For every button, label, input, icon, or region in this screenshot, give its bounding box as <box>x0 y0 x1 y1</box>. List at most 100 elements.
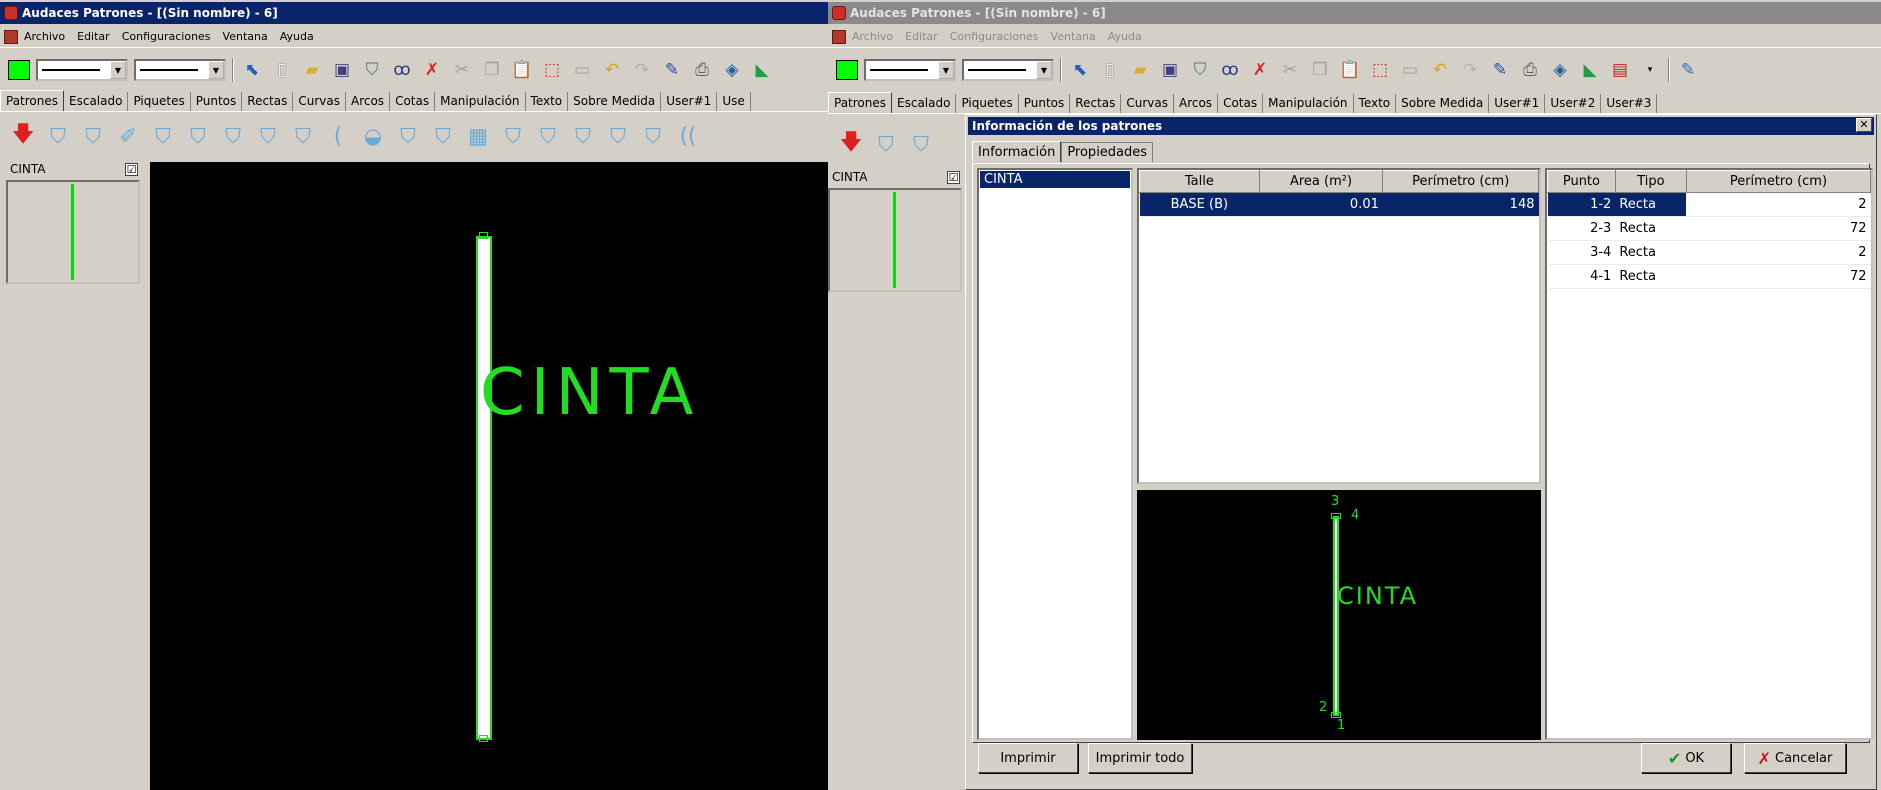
menu-ventana[interactable]: Ventana <box>223 30 268 43</box>
page-icon[interactable]: ▭ <box>1398 58 1422 82</box>
delete-icon[interactable]: ✗ <box>1248 58 1272 82</box>
fill-icon[interactable]: ◈ <box>720 58 744 82</box>
cut-icon[interactable]: ✂ <box>450 58 474 82</box>
tab-rectas[interactable]: Rectas <box>1070 94 1122 113</box>
fill-icon[interactable]: ◈ <box>1548 58 1572 82</box>
dropdown-arrow-icon[interactable]: ▾ <box>1638 58 1662 82</box>
new-file-icon[interactable]: ▯ <box>270 58 294 82</box>
column-header-perimetro[interactable]: Perímetro (cm) <box>1685 170 1871 193</box>
chevron-down-icon[interactable]: ▼ <box>208 61 224 79</box>
type-cell[interactable]: Recta <box>1615 216 1687 241</box>
piece-corner-node[interactable] <box>479 735 488 742</box>
save-icon[interactable]: ▣ <box>1158 58 1182 82</box>
line-width-select[interactable]: ▼ <box>134 59 226 81</box>
help-icon[interactable]: ✎ <box>1676 58 1700 82</box>
new-file-icon[interactable]: ▯ <box>1098 58 1122 82</box>
close-icon[interactable]: ✕ <box>1856 118 1872 132</box>
point-cell[interactable]: 4-1 <box>1547 264 1616 289</box>
menu-editar[interactable]: Editar <box>77 30 110 43</box>
binoculars-icon[interactable]: ꝏ <box>390 58 414 82</box>
export-icon[interactable]: ▤ <box>1608 58 1632 82</box>
line-style-select[interactable]: ▼ <box>864 59 956 81</box>
copy-icon[interactable]: ❐ <box>1308 58 1332 82</box>
save-icon[interactable]: ▣ <box>330 58 354 82</box>
pattern-curves-icon[interactable]: (( <box>675 123 701 149</box>
shirt-icon[interactable]: ⛉ <box>1188 58 1212 82</box>
copy-icon[interactable]: ❐ <box>480 58 504 82</box>
tab-puntos[interactable]: Puntos <box>191 92 243 111</box>
piece-corner-node[interactable] <box>479 232 488 239</box>
pointer-icon[interactable]: ⬉ <box>1068 58 1092 82</box>
print-button[interactable]: Imprimir <box>978 743 1078 773</box>
list-item[interactable]: CINTA <box>980 171 1130 188</box>
table-row[interactable]: 1-2 Recta 2 <box>1547 192 1871 217</box>
arrow-down-icon[interactable]: 🡇 <box>10 122 36 149</box>
page-icon[interactable]: ▭ <box>570 58 594 82</box>
arrow-down-icon[interactable]: 🡇 <box>838 130 864 157</box>
table-row[interactable]: 3-4 Recta 2 <box>1547 240 1871 265</box>
pattern-list[interactable]: CINTA <box>977 168 1133 740</box>
piece-header[interactable]: CINTA ☑ <box>6 160 142 178</box>
perimeter-cell[interactable]: 2 <box>1686 240 1871 265</box>
chevron-down-icon[interactable]: ▼ <box>938 61 954 79</box>
column-header-talle[interactable]: Talle <box>1139 170 1260 193</box>
edit-icon[interactable]: ✎ <box>1488 58 1512 82</box>
table-row[interactable]: 2-3 Recta 72 <box>1547 216 1871 241</box>
chevron-down-icon[interactable]: ▼ <box>110 61 126 79</box>
delete-icon[interactable]: ✗ <box>420 58 444 82</box>
type-cell[interactable]: Recta <box>1615 240 1687 265</box>
shirt-icon[interactable]: ⛉ <box>360 58 384 82</box>
perimeter-cell[interactable]: 72 <box>1686 264 1871 289</box>
print-icon[interactable]: ⎙ <box>1518 58 1542 82</box>
open-folder-icon[interactable]: ▰ <box>300 58 324 82</box>
perimeter-cell[interactable]: 148 <box>1382 192 1539 217</box>
tab-curvas[interactable]: Curvas <box>1121 94 1174 113</box>
pattern-split-icon[interactable]: ⛉ <box>220 123 246 149</box>
pattern-remove-icon[interactable]: ⛉ <box>570 123 596 149</box>
pattern-shirt-mark-icon[interactable]: ⛉ <box>80 123 106 149</box>
pattern-round-icon[interactable]: ◒ <box>360 123 386 149</box>
menu-configuraciones[interactable]: Configuraciones <box>950 30 1039 43</box>
pointer-icon[interactable]: ⬉ <box>240 58 264 82</box>
pattern-info-icon[interactable]: ⛉ <box>605 123 631 149</box>
title-bar-inactive[interactable]: Audaces Patrones - [(Sin nombre) - 6] <box>828 2 1881 24</box>
undo-icon[interactable]: ↶ <box>1428 58 1452 82</box>
menu-editar[interactable]: Editar <box>905 30 938 43</box>
drawing-canvas[interactable]: CINTA <box>150 162 828 790</box>
undo-icon[interactable]: ↶ <box>600 58 624 82</box>
column-header-tipo[interactable]: Tipo <box>1614 170 1687 193</box>
dialog-title-bar[interactable]: Información de los patrones ✕ <box>968 117 1874 135</box>
tab-user2-partial[interactable]: Use <box>717 92 751 111</box>
binoculars-icon[interactable]: ꝏ <box>1218 58 1242 82</box>
line-width-select[interactable]: ▼ <box>962 59 1054 81</box>
document-menu-icon[interactable] <box>832 29 846 44</box>
table-row[interactable]: 4-1 Recta 72 <box>1547 264 1871 289</box>
tab-informacion[interactable]: Información <box>972 141 1062 162</box>
pattern-shirt-icon[interactable]: ⛉ <box>395 123 421 149</box>
pattern-rotate-icon[interactable]: ⛉ <box>500 123 526 149</box>
tab-piquetes[interactable]: Piquetes <box>128 92 191 111</box>
pattern-fold-icon[interactable]: ⛉ <box>430 123 456 149</box>
segments-table[interactable]: Punto Tipo Perímetro (cm) 1-2 Recta 2 2-… <box>1545 168 1873 740</box>
pattern-piece[interactable] <box>476 236 492 740</box>
type-cell[interactable]: Recta <box>1615 192 1687 217</box>
menu-archivo[interactable]: Archivo <box>852 30 893 43</box>
column-header-perimetro[interactable]: Perímetro (cm) <box>1382 170 1539 193</box>
redo-icon[interactable]: ↷ <box>630 58 654 82</box>
pattern-join-icon[interactable]: ⛉ <box>290 123 316 149</box>
tab-texto[interactable]: Texto <box>526 92 569 111</box>
title-bar[interactable]: Audaces Patrones - [(Sin nombre) - 6] <box>0 2 828 24</box>
column-header-punto[interactable]: Punto <box>1547 170 1616 193</box>
color-swatch[interactable] <box>8 60 30 80</box>
menu-configuraciones[interactable]: Configuraciones <box>122 30 211 43</box>
tab-escalado[interactable]: Escalado <box>64 92 129 111</box>
tab-puntos[interactable]: Puntos <box>1019 94 1071 113</box>
perimeter-cell[interactable]: 2 <box>1686 192 1871 217</box>
document-menu-icon[interactable] <box>4 29 18 44</box>
pattern-curve-icon[interactable]: ( <box>325 123 351 149</box>
tab-texto[interactable]: Texto <box>1354 94 1397 113</box>
tab-patrones[interactable]: Patrones <box>0 90 65 111</box>
pattern-shirt-icon[interactable]: ⛉ <box>873 131 899 157</box>
ruler-icon[interactable]: ◣ <box>1578 58 1602 82</box>
paste-icon[interactable]: 📋 <box>1338 58 1362 82</box>
